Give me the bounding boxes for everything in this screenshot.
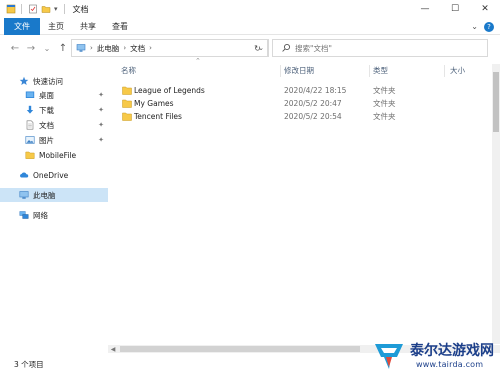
sidebar-item-label: 此电脑	[33, 190, 56, 200]
new-folder-icon[interactable]	[41, 4, 51, 14]
file-modified: 2020/5/2 20:47	[284, 99, 342, 108]
scrollbar-thumb[interactable]	[120, 346, 360, 352]
download-icon	[25, 105, 35, 115]
navigation-pane: 快速访问 桌面 ✦ 下载 ✦ 文档 ✦ 图片 ✦ MobileFile OneD…	[0, 64, 108, 349]
pin-icon[interactable]: ✦	[98, 136, 104, 144]
cloud-icon	[19, 170, 29, 180]
sidebar-item-downloads[interactable]: 下载 ✦	[0, 103, 108, 117]
document-icon	[25, 120, 35, 130]
network-icon	[19, 210, 29, 220]
refresh-button[interactable]: ↻	[248, 39, 268, 57]
file-name: League of Legends	[134, 86, 205, 95]
sidebar-item-label: 图片	[39, 135, 54, 145]
forward-button[interactable]: →	[24, 41, 38, 55]
pin-icon[interactable]: ✦	[98, 91, 104, 99]
quick-access-toolbar: ▾	[0, 0, 67, 18]
sidebar-item-desktop[interactable]: 桌面 ✦	[0, 88, 108, 102]
file-modified: 2020/5/2 20:54	[284, 112, 342, 121]
sidebar-item-label: OneDrive	[33, 170, 69, 180]
file-explorer-icon	[6, 4, 16, 14]
chevron-right-icon: ›	[123, 44, 127, 52]
minimize-button[interactable]: —	[410, 0, 440, 18]
customize-toolbar-icon[interactable]: ▾	[54, 5, 58, 13]
vertical-scrollbar[interactable]	[492, 64, 500, 344]
sidebar-item-label: MobileFile	[39, 150, 77, 160]
help-icon[interactable]: ?	[484, 21, 494, 32]
sidebar-item-onedrive[interactable]: OneDrive	[0, 168, 108, 182]
column-header-name[interactable]: 名称	[121, 64, 281, 78]
search-icon	[281, 43, 291, 53]
properties-icon[interactable]	[28, 4, 37, 14]
search-input[interactable]	[295, 43, 475, 53]
maximize-button[interactable]: ☐	[440, 0, 470, 18]
scrollbar-thumb[interactable]	[493, 72, 499, 132]
sidebar-item-mobilefile[interactable]: MobileFile	[0, 148, 108, 162]
chevron-right-icon: ›	[90, 44, 93, 52]
chevron-right-icon: ›	[149, 44, 152, 52]
toolbar-divider	[63, 4, 65, 14]
sidebar-item-network[interactable]: 网络	[0, 208, 108, 222]
navigation-bar: ← → ⌄ ↑ › 此电脑 › 文档 › ⌄ ↻	[0, 36, 500, 60]
sidebar-item-pictures[interactable]: 图片 ✦	[0, 133, 108, 147]
sidebar-item-label: 网络	[33, 210, 48, 220]
file-name: Tencent Files	[134, 112, 182, 121]
watermark-title: 泰尔达游戏网	[410, 343, 494, 359]
window-controls: — ☐ ✕	[410, 0, 500, 18]
folder-icon	[122, 112, 132, 121]
star-icon	[19, 76, 29, 86]
tab-file[interactable]: 文件	[4, 17, 40, 35]
this-pc-icon	[76, 43, 86, 53]
tab-share[interactable]: 共享	[72, 18, 104, 35]
sidebar-item-label: 快速访问	[33, 76, 63, 86]
scroll-left-icon[interactable]: ◀	[108, 346, 118, 353]
sidebar-item-this-pc[interactable]: 此电脑	[0, 188, 108, 202]
search-box[interactable]	[272, 39, 488, 57]
back-button[interactable]: ←	[8, 41, 22, 55]
desktop-icon	[25, 90, 35, 100]
recent-locations-button[interactable]: ⌄	[40, 41, 54, 55]
sidebar-item-label: 下载	[39, 105, 54, 115]
item-count: 3 个项目	[14, 360, 44, 369]
column-header-type[interactable]: 类型	[373, 64, 443, 78]
column-divider[interactable]	[444, 65, 445, 77]
up-button[interactable]: ↑	[56, 41, 70, 55]
watermark-url: www.tairda.com	[416, 360, 484, 369]
folder-icon	[122, 99, 132, 108]
window-title: 文档	[72, 4, 89, 14]
file-name: My Games	[134, 99, 174, 108]
address-bar[interactable]: › 此电脑 › 文档 › ⌄	[71, 39, 269, 57]
column-header-size[interactable]: 大小	[450, 64, 490, 78]
sidebar-item-label: 桌面	[39, 90, 54, 100]
folder-icon	[122, 86, 132, 95]
tab-view[interactable]: 查看	[104, 18, 136, 35]
table-row[interactable]: League of Legends 2020/4/22 18:15 文件夹	[116, 84, 496, 97]
tab-home[interactable]: 主页	[40, 18, 72, 35]
column-divider[interactable]	[280, 65, 281, 77]
close-button[interactable]: ✕	[470, 0, 500, 18]
file-type: 文件夹	[373, 112, 396, 121]
column-header-modified[interactable]: 修改日期	[284, 64, 368, 78]
pin-icon[interactable]: ✦	[98, 106, 104, 114]
picture-icon	[25, 135, 35, 145]
table-row[interactable]: Tencent Files 2020/5/2 20:54 文件夹	[116, 110, 496, 123]
breadcrumb-this-pc[interactable]: 此电脑	[97, 43, 120, 54]
title-bar: ▾ 文档 — ☐ ✕	[0, 0, 500, 18]
folder-icon	[25, 150, 35, 160]
pin-icon[interactable]: ✦	[98, 121, 104, 129]
expand-ribbon-icon[interactable]: ⌄	[471, 22, 478, 31]
watermark: 泰尔达游戏网 www.tairda.com	[372, 338, 500, 375]
sidebar-item-label: 文档	[39, 120, 54, 130]
computer-icon	[19, 190, 29, 200]
toolbar-divider	[21, 4, 22, 14]
file-modified: 2020/4/22 18:15	[284, 86, 347, 95]
file-type: 文件夹	[373, 99, 396, 108]
breadcrumb-documents[interactable]: 文档	[130, 43, 145, 54]
ribbon-tabs: 文件 主页 共享 查看 ⌄ ?	[0, 17, 500, 35]
watermark-logo-icon	[372, 340, 406, 372]
sidebar-item-quick-access[interactable]: 快速访问	[0, 74, 108, 88]
table-row[interactable]: My Games 2020/5/2 20:47 文件夹	[116, 97, 496, 110]
column-divider[interactable]	[369, 65, 370, 77]
sidebar-item-documents[interactable]: 文档 ✦	[0, 118, 108, 132]
file-type: 文件夹	[373, 86, 396, 95]
